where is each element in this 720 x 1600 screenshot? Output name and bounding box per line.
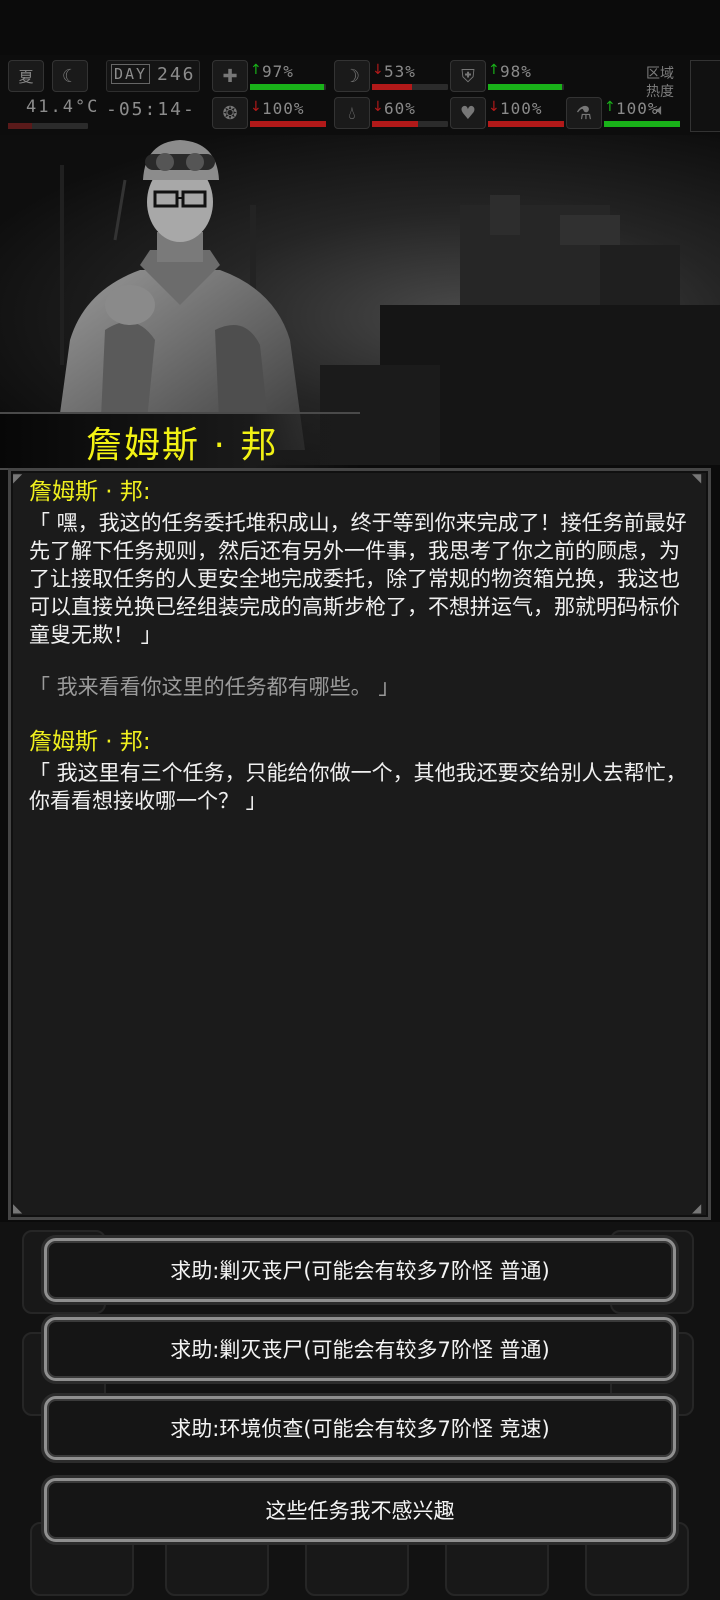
npc-portrait <box>55 140 305 450</box>
trend-down-icon: ↓ <box>488 99 500 115</box>
player-line: 「 我来看看你这里的任务都有哪些。 」 <box>29 675 400 699</box>
metric-bar <box>372 121 448 127</box>
stomach-icon: ☽ <box>334 60 370 92</box>
quest-choice-1[interactable]: 求助:剿灭丧尸(可能会有较多7阶怪 普通) <box>44 1238 676 1302</box>
trend-up-icon: ↑ <box>604 99 616 115</box>
trend-up-icon: ↑ <box>488 62 500 78</box>
metric-value: 53% <box>384 62 416 81</box>
metric-bar <box>488 121 564 127</box>
armor-icon: ⛨ <box>450 60 486 92</box>
corner-ornament: ◢ <box>692 1201 702 1215</box>
heart-icon: ♥ <box>450 97 486 129</box>
status-bar: 夏 ☾ 41.4°C DAY 246 -05:14- ✚ ↑ 97% ☽ ↓ 53% ⛨ ↑ 9… <box>0 55 720 135</box>
side-panel-edge[interactable] <box>690 60 720 132</box>
corner-ornament: ◣ <box>13 1201 23 1215</box>
water-drop-icon: 💧︎ <box>334 97 370 129</box>
trend-down-icon: ↓ <box>372 62 384 78</box>
medkit-icon: ✚ <box>212 60 248 92</box>
metric-value: 98% <box>500 62 532 81</box>
dialog-line: 「 嘿，我这的任务委托堆积成山，终于等到你来完成了！接任务前最好先了解下任务规则… <box>29 511 687 647</box>
day-number: 246 <box>157 64 196 85</box>
quest-choice-2[interactable]: 求助:剿灭丧尸(可能会有较多7阶怪 普通) <box>44 1317 676 1381</box>
metric-value: 100% <box>262 99 305 118</box>
dialog-speaker: 詹姆斯 · 邦: <box>29 729 151 755</box>
metric-value: 100% <box>500 99 543 118</box>
dialog-line: 「 我这里有三个任务，只能给你做一个，其他我还要交给别人去帮忙，你看看想接收哪一… <box>29 761 687 813</box>
metric-value: 60% <box>384 99 416 118</box>
season-icon: 夏 <box>8 60 44 92</box>
metric-bar <box>250 84 326 90</box>
decline-choice[interactable]: 这些任务我不感兴趣 <box>44 1478 676 1542</box>
day-box: DAY 246 <box>106 60 200 92</box>
metric-value: 97% <box>262 62 294 81</box>
metric-bar <box>250 121 326 127</box>
npc-name: 詹姆斯 · 邦 <box>86 425 279 466</box>
quest-choice-3[interactable]: 求助:环境侦查(可能会有较多7阶怪 竞速) <box>44 1396 676 1460</box>
trend-down-icon: ↓ <box>372 99 384 115</box>
dialog-panel[interactable]: ◤ ◥ ◣ ◢ 詹姆斯 · 邦: 「 嘿，我这的任务委托堆积成山，终于等到你来完… <box>8 468 711 1220</box>
npc-name-plate: 詹姆斯 · 邦 <box>0 412 360 470</box>
temperature-bar <box>8 123 88 129</box>
dialog-speaker: 詹姆斯 · 邦: <box>29 479 151 505</box>
temperature-readout: 41.4°C <box>26 97 100 117</box>
speaker-icon[interactable]: 🔈︎ <box>648 97 674 123</box>
metric-bar <box>372 84 448 90</box>
region-heat-label: 区域热度 <box>646 66 674 100</box>
trend-down-icon: ↓ <box>250 99 262 115</box>
metric-bar <box>488 84 564 90</box>
moon-icon: ☾ <box>52 60 88 92</box>
corner-ornament: ◤ <box>13 471 23 485</box>
clock-readout: -05:14- <box>106 99 196 120</box>
trend-up-icon: ↑ <box>250 62 262 78</box>
flask-icon: ⚗ <box>566 97 602 129</box>
day-label: DAY <box>111 64 151 84</box>
dialog-log: 詹姆斯 · 邦: 「 嘿，我这的任务委托堆积成山，终于等到你来完成了！接任务前最… <box>29 471 699 815</box>
brain-icon: ❂ <box>212 97 248 129</box>
